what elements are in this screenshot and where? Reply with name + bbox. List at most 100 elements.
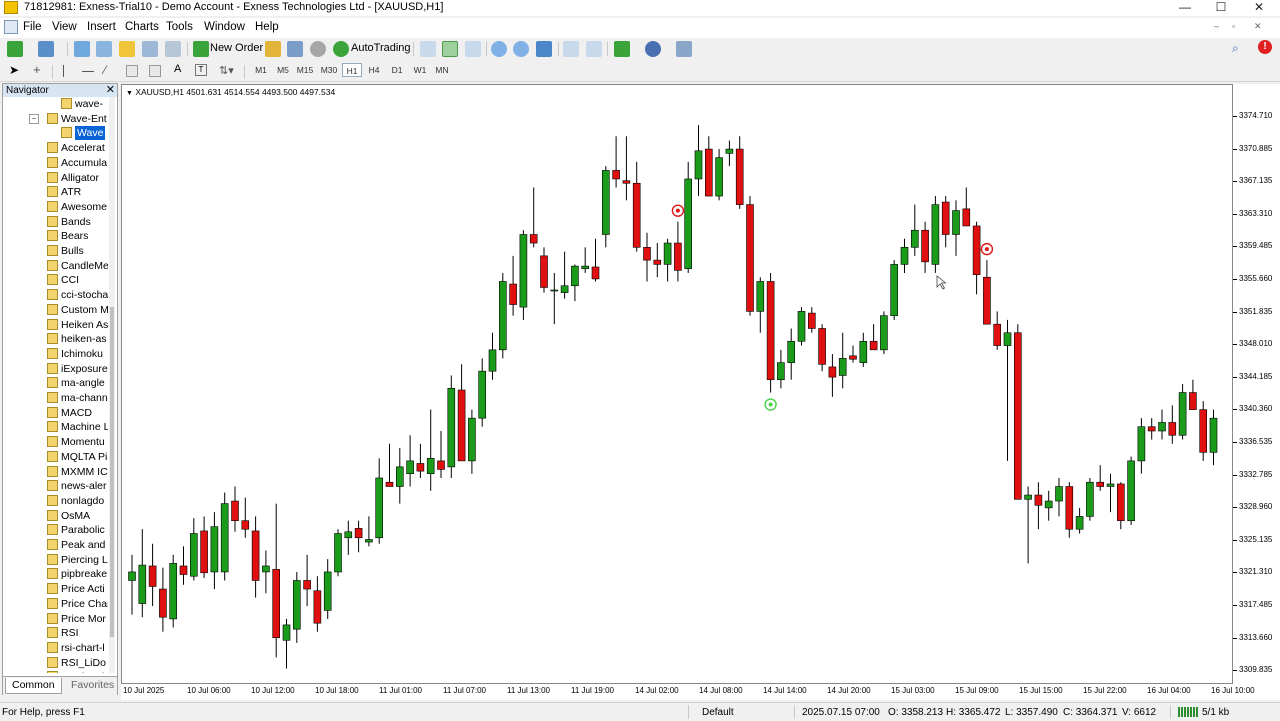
horizontal-line-icon[interactable]: [82, 71, 94, 72]
text-icon[interactable]: A: [174, 63, 181, 75]
navigator-item[interactable]: Custom M: [3, 303, 108, 317]
child-window-icon[interactable]: [4, 20, 18, 34]
navigator-item[interactable]: Ichimoku: [3, 347, 107, 361]
navigator-item[interactable]: pipbreake: [3, 567, 107, 581]
channel-icon[interactable]: [126, 65, 138, 77]
navigator-item[interactable]: OsMA: [3, 509, 107, 523]
navigator-item[interactable]: Heiken As: [3, 318, 108, 332]
navigator-item[interactable]: ma-angle: [3, 376, 107, 390]
collapse-toggle-icon[interactable]: −: [29, 113, 39, 124]
terminal-icon[interactable]: [142, 41, 158, 57]
navigator-close-icon[interactable]: ✕: [106, 84, 115, 96]
timeframe-m1[interactable]: M1: [251, 63, 271, 77]
menu-window[interactable]: Window: [204, 21, 245, 33]
new-order-button[interactable]: New Order: [210, 42, 263, 54]
cursor-icon[interactable]: ➤: [9, 63, 19, 77]
navigator-item[interactable]: Bands: [3, 215, 107, 229]
navigator-item[interactable]: Price Char: [3, 597, 108, 611]
tab-common[interactable]: Common: [5, 678, 62, 694]
navigator-item[interactable]: rsi-chart-l: [3, 641, 107, 655]
timeframe-mn[interactable]: MN: [432, 63, 452, 77]
navigator-item[interactable]: MXMM IC: [3, 465, 108, 479]
navigator-scrollbar[interactable]: [109, 97, 115, 673]
signals-icon[interactable]: [287, 41, 303, 57]
candlestick-icon[interactable]: [442, 41, 458, 57]
menu-insert[interactable]: Insert: [87, 21, 116, 33]
navigator-item[interactable]: Accumula: [3, 156, 107, 170]
timeframe-w1[interactable]: W1: [410, 63, 430, 77]
menu-file[interactable]: File: [23, 21, 42, 33]
line-chart-icon[interactable]: [465, 41, 481, 57]
navigator-item[interactable]: CandleMe: [3, 259, 108, 273]
alert-icon[interactable]: !: [1258, 40, 1272, 54]
autoscroll-icon[interactable]: [586, 41, 602, 57]
data-window-icon[interactable]: [96, 41, 112, 57]
navigator-item[interactable]: news-aler: [3, 479, 107, 493]
vertical-line-icon[interactable]: [63, 65, 64, 77]
navigator-item[interactable]: Peak and: [3, 538, 107, 552]
navigator-item[interactable]: Accelerat: [3, 141, 107, 155]
metaeditor-icon[interactable]: [265, 41, 281, 57]
new-order-icon[interactable]: [193, 41, 209, 57]
trendline-icon[interactable]: ⁄: [104, 63, 106, 77]
navigator-item[interactable]: Price Acti: [3, 582, 107, 596]
chart-menu-arrow-icon[interactable]: ▼: [126, 90, 133, 97]
navigator-item[interactable]: CCI: [3, 273, 107, 287]
price-axis[interactable]: 3374.710 3370.885 3367.135 3363.310 3359.485…: [1233, 84, 1280, 684]
bar-chart-icon[interactable]: [420, 41, 436, 57]
candlestick-chart[interactable]: [122, 85, 1232, 683]
navigator-item[interactable]: cci-stocha: [3, 288, 108, 302]
mdi-close-icon[interactable]: ✕: [1254, 21, 1262, 32]
timeframe-m30[interactable]: M30: [319, 63, 339, 77]
autotrading-icon[interactable]: [333, 41, 349, 57]
arrows-icon[interactable]: ⇅▾: [219, 64, 234, 77]
navigator-item[interactable]: ATR: [3, 185, 107, 199]
time-axis[interactable]: 10 Jul 2025 10 Jul 06:00 10 Jul 12:00 10 Ju…: [121, 684, 1280, 700]
navigator-item[interactable]: iExposure: [3, 362, 108, 376]
navigator-icon[interactable]: [119, 41, 135, 57]
timeframe-h1[interactable]: H1: [342, 63, 362, 77]
periods-icon[interactable]: [645, 41, 661, 57]
profiles-icon[interactable]: [38, 41, 54, 57]
navigator-item[interactable]: Momentu: [3, 435, 107, 449]
navigator-item[interactable]: ma-chann: [3, 391, 108, 405]
strategy-tester-icon[interactable]: [165, 41, 181, 57]
new-chart-icon[interactable]: [7, 41, 23, 57]
navigator-item[interactable]: Stochasti: [3, 670, 107, 673]
timeframe-h4[interactable]: H4: [364, 63, 384, 77]
navigator-item[interactable]: RSI_LiDo: [3, 656, 107, 670]
menu-charts[interactable]: Charts: [125, 21, 159, 33]
autotrading-button[interactable]: AutoTrading: [351, 42, 411, 54]
market-watch-icon[interactable]: [74, 41, 90, 57]
menu-view[interactable]: View: [52, 21, 77, 33]
tile-windows-icon[interactable]: [536, 41, 552, 57]
chart-window[interactable]: ▼ XAUUSD,H1 4501.631 4514.554 4493.500 4…: [121, 84, 1233, 684]
navigator-item[interactable]: Bulls: [3, 244, 107, 258]
fibonacci-icon[interactable]: [149, 65, 161, 77]
search-icon[interactable]: ⌕: [1232, 41, 1239, 56]
text-label-icon[interactable]: T: [195, 64, 207, 76]
navigator-item[interactable]: Price Mor: [3, 612, 107, 626]
tab-favorites[interactable]: Favorites: [65, 678, 120, 693]
navigator-item[interactable]: Awesome: [3, 200, 107, 214]
mdi-restore-icon[interactable]: ▫: [1232, 21, 1235, 31]
zoom-in-icon[interactable]: [491, 41, 507, 57]
navigator-item[interactable]: MACD: [3, 406, 107, 420]
navigator-item[interactable]: Bears: [3, 229, 107, 243]
timeframe-m5[interactable]: M5: [273, 63, 293, 77]
zoom-out-icon[interactable]: [513, 41, 529, 57]
navigator-item[interactable]: nonlagdo: [3, 494, 107, 508]
navigator-item[interactable]: MQLTA Pi: [3, 450, 107, 464]
timeframe-m15[interactable]: M15: [295, 63, 315, 77]
scrollbar-thumb[interactable]: [110, 307, 114, 637]
mdi-minimize-icon[interactable]: –: [1214, 21, 1219, 31]
navigator-item[interactable]: Parabolic: [3, 523, 107, 537]
menu-help[interactable]: Help: [255, 21, 279, 33]
market-icon[interactable]: [310, 41, 326, 57]
chart-shift-icon[interactable]: [563, 41, 579, 57]
navigator-item[interactable]: − Wave-Ent: [3, 112, 107, 126]
timeframe-d1[interactable]: D1: [387, 63, 407, 77]
close-button[interactable]: ✕: [1236, 0, 1280, 16]
indicators-icon[interactable]: [614, 41, 630, 57]
navigator-item[interactable]: wave-: [3, 97, 107, 111]
